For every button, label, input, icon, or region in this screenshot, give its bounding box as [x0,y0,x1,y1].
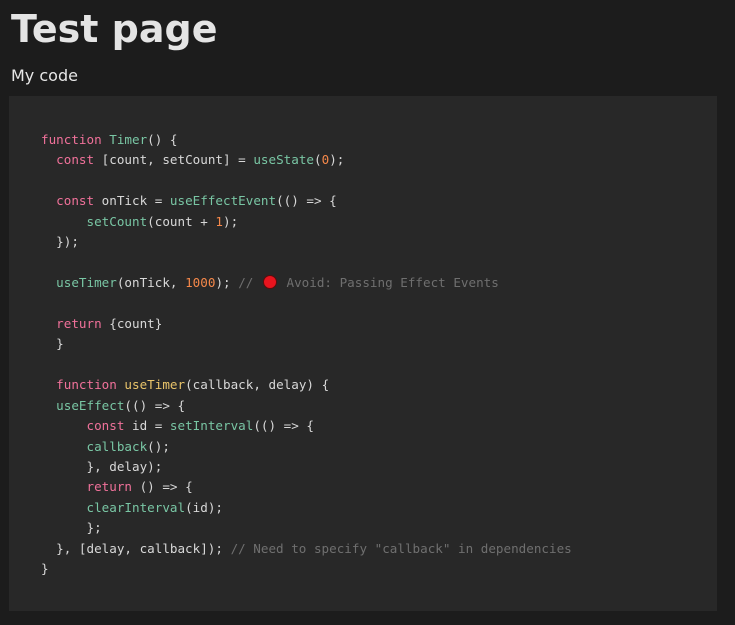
code-token: useEffect [56,397,125,413]
code-token: return [56,315,110,331]
code-token: ); [329,152,345,168]
code-token: useEffectEvent [169,193,277,209]
code-token: clearInterval [86,499,186,515]
code-token: function [56,377,125,393]
code-token: callback [86,438,148,454]
code-token: 1 [215,213,224,229]
code-token: }); [41,234,79,250]
page-title: Test page [11,7,218,51]
code-token: ); [223,213,239,229]
code-token: () => { [139,479,193,495]
code-token: (); [147,438,170,454]
error-dot-icon [262,275,277,290]
code-token: const [56,152,102,168]
code-line: }); [41,232,572,252]
code-line: } [41,559,572,579]
code-line: useEffect(() => { [41,396,572,416]
code-token: (id); [185,499,223,515]
code-token: setInterval [169,418,254,434]
code-line: }; [41,518,572,538]
code-line: const onTick = useEffectEvent(() => { [41,191,572,211]
code-token: }, delay); [41,459,163,474]
code-line: const [count, setCount] = useState(0); [41,150,572,170]
code-token: (() => { [253,418,314,434]
code-line: function Timer() { [41,130,572,150]
code-token: setCount [86,213,148,229]
code-line: clearInterval(id); [41,498,572,518]
code-token: useTimer [56,275,117,291]
code-lines: function Timer() { const [count, setCoun… [41,130,572,580]
code-block: function Timer() { const [count, setCoun… [9,96,717,611]
code-token: Timer [109,132,148,147]
code-token: const [56,193,102,209]
code-token: ); [215,275,239,291]
code-line: setCount(count + 1); [41,212,572,232]
code-token: (() => { [124,397,186,413]
code-token: 1000 [185,275,216,291]
code-line: function useTimer(callback, delay) { [41,375,572,395]
section-label: My code [11,66,78,85]
code-token: // Need to specify "callback" in depende… [230,540,572,556]
code-token: [count, setCount] = [101,152,254,168]
code-token: useTimer [124,377,186,393]
code-line: const id = setInterval(() => { [41,416,572,436]
code-line: }, [delay, callback]); // Need to specif… [41,539,572,559]
code-token: Avoid: Passing Effect Events [278,275,499,291]
code-line: return () => { [41,477,572,497]
code-token: {count} [109,315,163,331]
code-token: function [41,132,110,147]
code-token: () { [147,132,178,147]
code-token: }, [delay, callback]); [41,540,231,556]
code-token: } [41,336,64,352]
code-token: ( [314,152,322,168]
code-token: onTick = [101,193,170,209]
code-line: callback(); [41,437,572,457]
code-token: return [86,479,140,495]
code-token: (callback, delay) { [185,377,330,393]
code-token: }; [41,520,102,536]
code-line: }, delay); [41,457,572,477]
code-token: (onTick, [116,275,186,291]
code-token: const [86,418,132,434]
code-token: useState [253,152,314,168]
code-token: // [238,275,261,291]
code-line: } [41,334,572,354]
code-token: (count + [147,213,216,229]
code-token: id = [132,418,170,434]
code-token: } [41,561,49,577]
code-line: return {count} [41,314,572,334]
code-token: (() => { [276,193,337,209]
code-line: useTimer(onTick, 1000); // Avoid: Passin… [41,273,572,293]
